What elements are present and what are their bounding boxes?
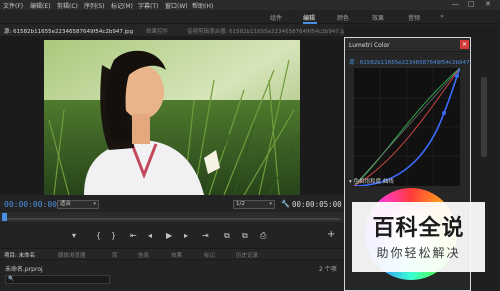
menu-edit[interactable]: 编辑(E) xyxy=(30,1,50,10)
menu-file[interactable]: 文件(F) xyxy=(3,1,23,10)
chevron-down-icon: ▾ xyxy=(269,201,272,207)
go-to-out-button[interactable]: ⇥ xyxy=(202,231,209,240)
playback-resolution-select[interactable]: 1/2 ▾ xyxy=(233,200,275,209)
search-input[interactable]: 🔍 xyxy=(5,275,110,284)
menu-bar: 文件(F) 编辑(E) 剪辑(C) 序列(S) 标记(M) 字幕(T) 窗口(W… xyxy=(0,0,500,10)
workspace-tab-editing[interactable]: 编辑 xyxy=(303,13,315,22)
step-back-button[interactable]: ◂ xyxy=(148,231,152,240)
project-panel: 未命名.prproj 2 个项 🔍 xyxy=(0,260,344,291)
tab-project[interactable]: 项目: 未命名 xyxy=(4,251,35,259)
workspace-tab-effects[interactable]: 效果 xyxy=(372,13,384,22)
transport-controls: ▾ { } ⇤ ◂ ▶ ▸ ⇥ ⧉ ⧉ ⎙ + xyxy=(0,226,344,246)
menu-window[interactable]: 窗口(W) xyxy=(165,1,188,10)
menu-title[interactable]: 字幕(T) xyxy=(138,1,158,10)
mark-out-button[interactable]: } xyxy=(111,231,116,240)
export-frame-button[interactable]: ⎙ xyxy=(260,231,266,241)
close-icon[interactable]: ✕ xyxy=(460,40,469,49)
menu-clip[interactable]: 剪辑(C) xyxy=(57,1,78,10)
video-image xyxy=(44,40,300,195)
workspace-tab-color[interactable]: 颜色 xyxy=(337,13,349,22)
scrollbar-thumb[interactable] xyxy=(481,77,487,157)
tab-effect-controls[interactable]: 效果控件 xyxy=(146,27,168,35)
close-button[interactable]: ✕ xyxy=(485,0,491,8)
tab-effects[interactable]: 效果 xyxy=(171,251,182,259)
playhead-timecode[interactable]: 00:00:00:00 xyxy=(4,200,57,209)
minimize-button[interactable]: — xyxy=(452,0,459,8)
add-marker-button[interactable]: ▾ xyxy=(72,231,76,240)
project-tab-bar: 项目: 未命名 媒体浏览器 库 信息 效果 标记 历史记录 xyxy=(0,248,344,260)
go-to-in-button[interactable]: ⇤ xyxy=(130,231,137,240)
video-frame xyxy=(44,40,300,195)
time-ruler[interactable] xyxy=(0,212,344,222)
watermark-title: 百科全说 xyxy=(372,216,465,241)
tab-markers[interactable]: 标记 xyxy=(204,251,215,259)
monitor-controls-row: 00:00:00:00 适合 ▾ 1/2 ▾ 🔧 00:00:05:00 xyxy=(0,199,344,211)
workspace-more-button[interactable]: » xyxy=(440,13,444,20)
workspace-tab-audio[interactable]: 音频 xyxy=(408,13,420,22)
lumetri-title: Lumetri Color xyxy=(349,42,390,49)
menu-help[interactable]: 帮助(H) xyxy=(192,1,213,10)
playback-resolution-value: 1/2 xyxy=(236,201,245,207)
lumetri-clip-select[interactable]: 源 · 61582b11655e22346587649f54c2b947.jpg xyxy=(349,58,480,66)
step-forward-button[interactable]: ▸ xyxy=(184,231,188,240)
monitor-tab-bar: 源: 61582b11655e22346587649f54c2b947.jpg … xyxy=(0,25,349,37)
playhead-handle[interactable] xyxy=(2,213,7,221)
tab-media-browser[interactable]: 媒体浏览器 xyxy=(58,251,86,259)
duration-timecode: 00:00:05:00 xyxy=(292,200,342,209)
scrub-track[interactable] xyxy=(4,218,340,220)
lumetri-header: Lumetri Color ✕ xyxy=(345,38,470,52)
tab-info[interactable]: 信息 xyxy=(138,251,149,259)
watermark-subtitle: 助你轻松解决 xyxy=(376,246,461,260)
hue-saturation-section[interactable]: ▾ 色相饱和度 曲线 xyxy=(349,177,394,185)
mark-in-button[interactable]: { xyxy=(96,231,101,240)
workspace-bar: 组件 编辑 颜色 效果 音频 » xyxy=(0,10,500,24)
chevron-down-icon: ▾ xyxy=(93,201,96,207)
curve-lines xyxy=(353,67,461,187)
menu-marker[interactable]: 标记(M) xyxy=(111,1,133,10)
insert-button[interactable]: ⧉ xyxy=(224,231,230,241)
right-panel-tab-strip xyxy=(344,25,500,37)
active-workspace-indicator xyxy=(303,22,317,24)
search-icon: 🔍 xyxy=(8,276,15,282)
workspace-tab-assembly[interactable]: 组件 xyxy=(270,13,282,22)
add-button[interactable]: + xyxy=(327,229,335,240)
zoom-fit-select[interactable]: 适合 ▾ xyxy=(57,200,99,209)
play-button[interactable]: ▶ xyxy=(166,231,172,240)
overwrite-button[interactable]: ⧉ xyxy=(242,231,248,241)
tab-source[interactable]: 源: 61582b11655e22346587649f54c2b947.jpg xyxy=(4,27,133,35)
tab-libraries[interactable]: 库 xyxy=(112,251,118,259)
rgb-curve-graph[interactable] xyxy=(353,67,461,187)
watermark-logo: 百科全说 助你轻松解决 xyxy=(352,202,485,272)
tab-audio-clip-mixer[interactable]: 音频剪辑混合器: 61582b11655e22346587649f54c2b94… xyxy=(187,27,349,35)
zoom-fit-value: 适合 xyxy=(60,201,72,207)
wrench-icon[interactable]: 🔧 xyxy=(281,200,290,208)
maximize-button[interactable]: □ xyxy=(468,0,475,8)
menu-sequence[interactable]: 序列(S) xyxy=(84,1,105,10)
item-count: 2 个项 xyxy=(319,266,337,273)
tab-history[interactable]: 历史记录 xyxy=(236,251,258,259)
project-file-name: 未命名.prproj xyxy=(5,266,43,273)
